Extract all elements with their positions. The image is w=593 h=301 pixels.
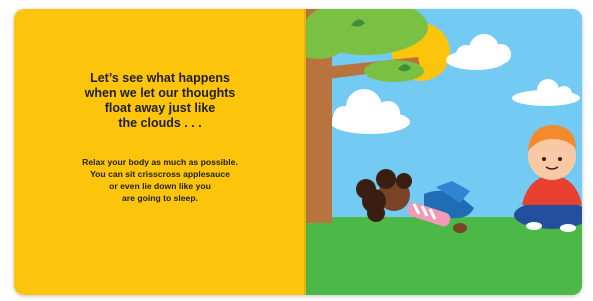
left-page: Let’s see what happens when we let our t…	[14, 9, 306, 295]
body-text: Relax your body as much as possible. You…	[34, 156, 286, 204]
body-line: are going to sleep.	[122, 193, 198, 203]
headline-line: the clouds . . .	[118, 116, 202, 130]
book-spine	[304, 9, 308, 295]
headline-line: float away just like	[104, 101, 216, 115]
headline: Let’s see what happens when we let our t…	[34, 71, 286, 131]
book-spread: Let’s see what happens when we let our t…	[14, 9, 582, 295]
body-line: or even lie down like you	[109, 181, 211, 191]
right-page	[306, 9, 582, 295]
body-line: Relax your body as much as possible.	[82, 157, 238, 167]
illustration-park-scene	[306, 9, 582, 295]
body-line: You can sit crisscross applesauce	[90, 169, 230, 179]
grass	[306, 217, 582, 295]
headline-line: Let’s see what happens	[90, 71, 230, 85]
headline-line: when we let our thoughts	[84, 86, 236, 100]
